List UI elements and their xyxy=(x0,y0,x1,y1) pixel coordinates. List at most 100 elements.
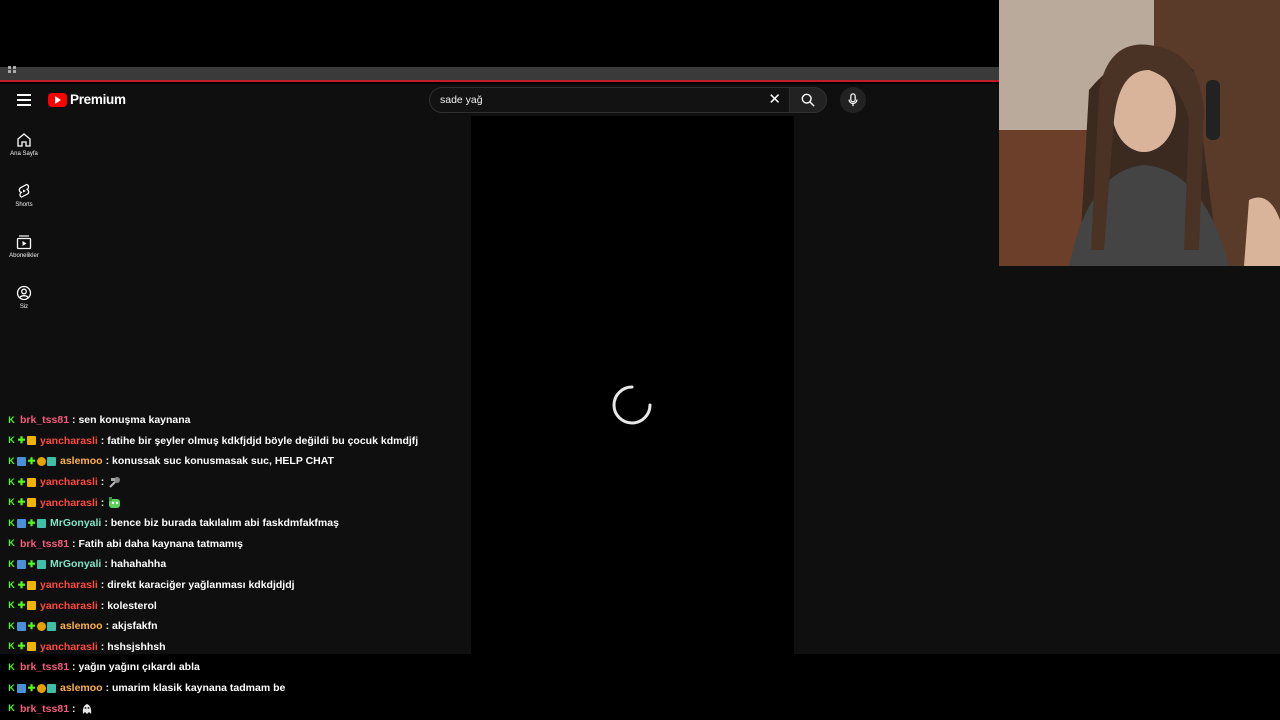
chat-text: : hahahahha xyxy=(104,558,167,571)
badge-group: K xyxy=(7,414,16,425)
chat-text: : kolesterol xyxy=(100,599,157,612)
chat-text: : yağın yağını çıkardı abla xyxy=(72,661,200,674)
chat-text: : sen konuşma kaynana xyxy=(72,414,191,427)
coin-badge-icon xyxy=(37,621,46,631)
chat-message: Kbrk_tss81: sen konuşma kaynana xyxy=(7,410,467,431)
chat-username[interactable]: yancharasli xyxy=(40,641,98,653)
search-button[interactable] xyxy=(789,87,827,113)
chat-username[interactable]: yancharasli xyxy=(40,435,98,447)
gift-badge-icon xyxy=(47,456,56,466)
chat-text: : konussak suc konusmasak suc, HELP CHAT xyxy=(105,455,334,468)
badge-group: K ✚ xyxy=(7,558,46,569)
chat-message: Kbrk_tss81: xyxy=(7,698,467,719)
chat-username[interactable]: yancharasli xyxy=(40,579,98,591)
youtube-premium-logo[interactable]: Premium xyxy=(48,92,126,107)
menu-icon[interactable] xyxy=(17,94,31,106)
kick-badge-icon: K xyxy=(8,414,15,425)
sidebar-item-subscriptions[interactable]: Abonelikler xyxy=(0,228,48,274)
chat-username[interactable]: MrGonyali xyxy=(50,517,101,529)
home-icon xyxy=(17,133,31,147)
chat-message: K ✚ yancharasli: direkt karaciğer yağlanma… xyxy=(7,575,467,596)
chat-username[interactable]: MrGonyali xyxy=(50,558,101,570)
badge-group: K xyxy=(7,704,16,713)
chat-text: : xyxy=(100,476,105,489)
chat-username[interactable]: brk_tss81 xyxy=(20,661,69,673)
kick-badge-icon: K xyxy=(8,600,15,611)
badge-group: K ✚ xyxy=(7,455,56,466)
chat-message: Kbrk_tss81: Fatih abi daha kaynana tatma… xyxy=(7,534,467,555)
chat-username[interactable]: brk_tss81 xyxy=(20,414,69,426)
chat-username[interactable]: yancharasli xyxy=(40,600,98,612)
plus-badge-icon: ✚ xyxy=(27,558,36,569)
crown-badge-icon xyxy=(27,580,36,590)
chat-username[interactable]: yancharasli xyxy=(40,497,98,509)
plus-badge-icon: ✚ xyxy=(17,579,26,590)
subscriber-badge-icon xyxy=(17,456,26,466)
webcam-overlay xyxy=(999,0,1280,266)
kick-badge-icon: K xyxy=(8,538,15,549)
search-input[interactable]: sade yağ ✕ xyxy=(429,87,789,113)
kick-badge-icon: K xyxy=(8,641,15,652)
green-blob-emote xyxy=(109,497,121,509)
badge-group: K ✚ xyxy=(7,641,36,652)
chat-message: K ✚ yancharasli: kolesterol xyxy=(7,595,467,616)
chat-overlay: Kbrk_tss81: sen konuşma kaynana K ✚ yanchar… xyxy=(7,410,467,719)
kick-badge-icon: K xyxy=(8,661,15,672)
sidebar-item-label: Ana Sayfa xyxy=(10,151,38,157)
clear-icon[interactable]: ✕ xyxy=(768,92,781,108)
badge-group: K ✚ xyxy=(7,518,46,528)
chat-message: K ✚ aslemoo: konussak suc konusmasak suc, … xyxy=(7,451,467,472)
sidebar-item-shorts[interactable]: Shorts xyxy=(0,177,48,223)
loading-spinner-icon xyxy=(612,385,652,425)
sidebar-item-you[interactable]: Siz xyxy=(0,279,48,325)
plus-badge-icon: ✚ xyxy=(27,682,36,693)
chat-text: : hshsjshhsh xyxy=(100,640,166,653)
right-empty-area xyxy=(999,266,1280,654)
chat-message: K ✚ aslemoo: akjsfakfn xyxy=(7,616,467,637)
kick-badge-icon: K xyxy=(8,558,15,569)
chat-username[interactable]: brk_tss81 xyxy=(20,703,69,715)
chat-username[interactable]: brk_tss81 xyxy=(20,538,69,550)
chat-username[interactable]: aslemoo xyxy=(60,682,103,694)
crown-badge-icon xyxy=(27,477,36,487)
subscriber-badge-icon xyxy=(17,683,26,693)
chat-username[interactable]: aslemoo xyxy=(60,620,103,632)
youtube-logo-icon xyxy=(48,92,67,107)
chat-message: K ✚ yancharasli: xyxy=(7,492,467,513)
shorts-player[interactable] xyxy=(471,116,794,654)
search-value: sade yağ xyxy=(440,94,483,106)
chat-username[interactable]: aslemoo xyxy=(60,455,103,467)
badge-group: K ✚ xyxy=(7,579,36,590)
sidebar-item-home[interactable]: Ana Sayfa xyxy=(0,126,48,172)
shorts-icon xyxy=(18,183,30,198)
badge-group: K ✚ xyxy=(7,621,56,631)
chat-message: K ✚ MrGonyali: bence biz burada takılalım … xyxy=(7,513,467,534)
webcam-image xyxy=(999,0,1280,266)
kick-badge-icon: K xyxy=(8,703,15,714)
badge-group: K ✚ xyxy=(7,600,36,611)
kick-badge-icon: K xyxy=(8,497,15,508)
top-black-strip xyxy=(0,0,1000,68)
voice-search-button[interactable] xyxy=(840,87,866,113)
chat-text: : fatihe bir şeyler olmuş kdkfjdjd böyle… xyxy=(100,434,419,447)
kick-badge-icon: K xyxy=(8,455,15,466)
coin-badge-icon xyxy=(37,683,46,693)
search-icon xyxy=(801,93,815,107)
crown-badge-icon xyxy=(27,436,36,446)
grid-icon[interactable] xyxy=(8,66,18,74)
badge-group: K ✚ xyxy=(7,497,36,508)
logo-text: Premium xyxy=(70,92,126,107)
badge-group: K ✚ xyxy=(7,436,36,446)
chat-text: : direkt karaciğer yağlanması kdkdjdjdj xyxy=(100,579,295,592)
gift-badge-icon xyxy=(47,621,56,631)
kick-badge-icon: K xyxy=(8,579,15,590)
plus-badge-icon: ✚ xyxy=(17,497,26,508)
chat-username[interactable]: yancharasli xyxy=(40,476,98,488)
sidebar-item-label: Shorts xyxy=(15,202,33,208)
subscriber-badge-icon xyxy=(17,621,26,631)
chat-text: : umarim klasik kaynana tadmam be xyxy=(105,682,286,695)
badge-group: K xyxy=(7,661,16,672)
chat-text: : bence biz burada takılalım abi faskdmf… xyxy=(104,517,339,530)
badge-group: K ✚ xyxy=(7,682,56,693)
crown-badge-icon xyxy=(27,601,36,611)
